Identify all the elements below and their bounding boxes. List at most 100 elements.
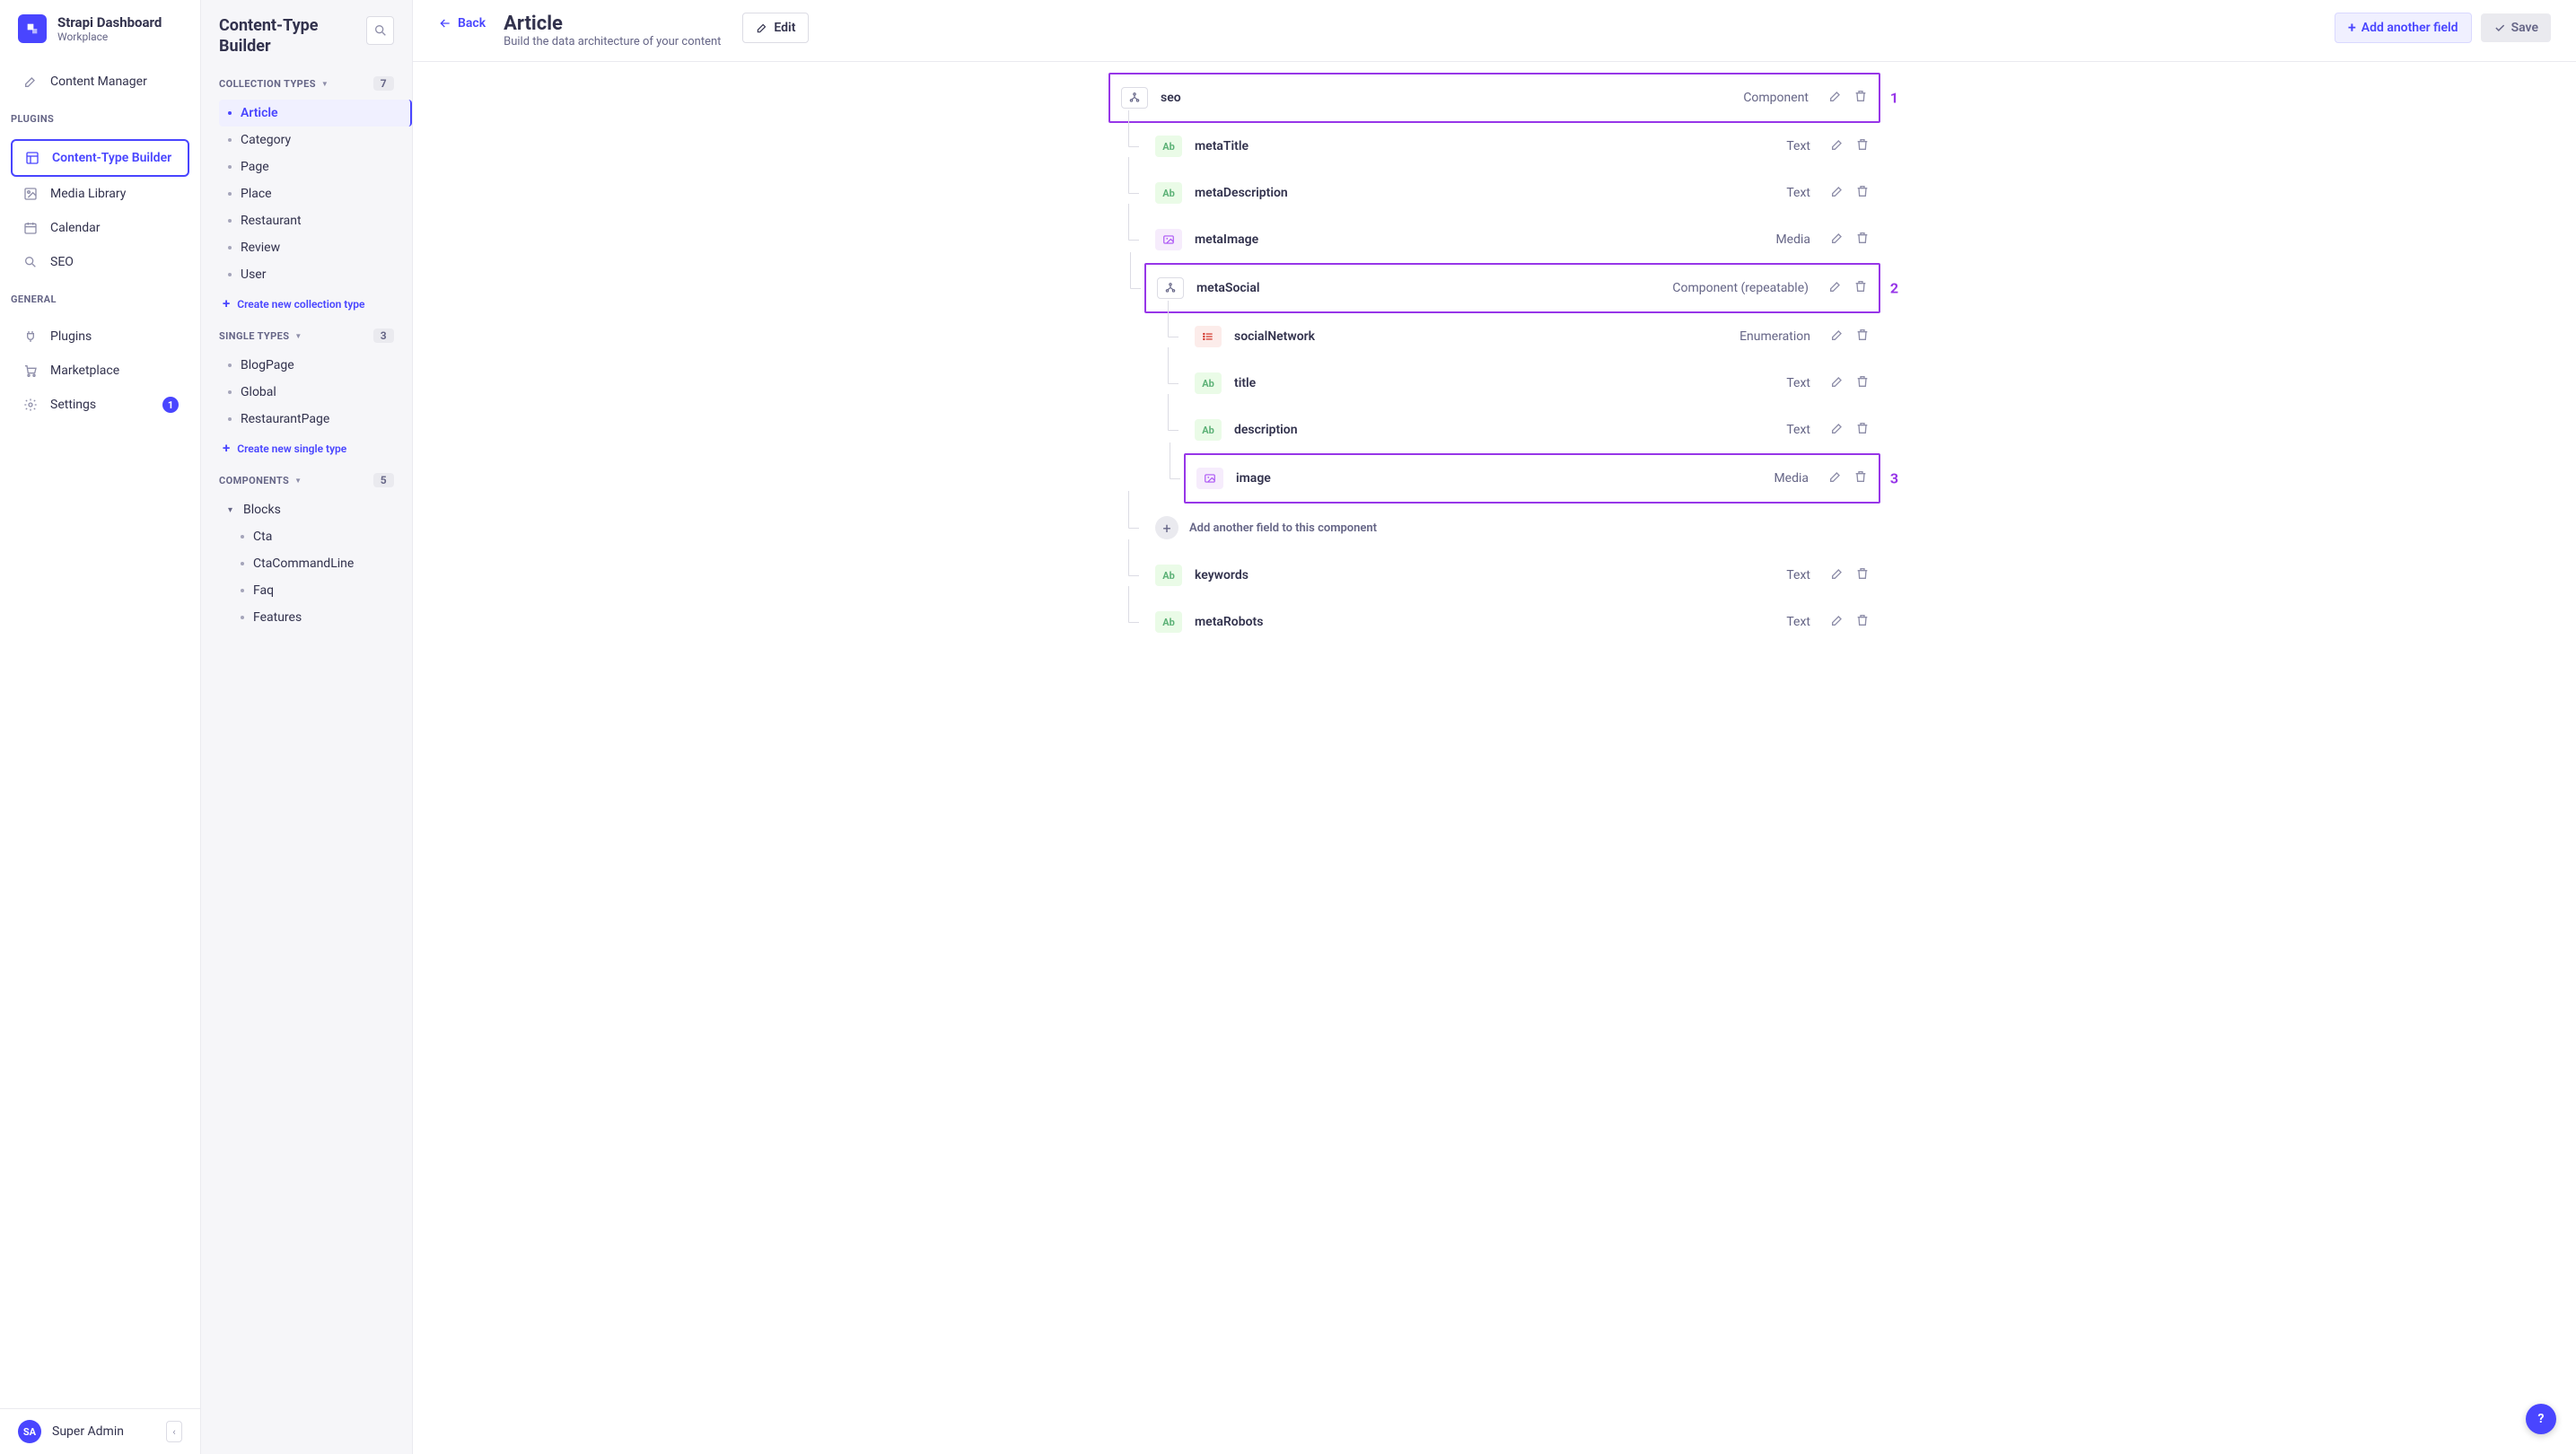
user-name: Super Admin bbox=[52, 1424, 124, 1439]
sidebar-item-place[interactable]: Place bbox=[219, 180, 394, 207]
collection-types-header[interactable]: COLLECTION TYPES ▼ 7 bbox=[219, 67, 394, 100]
brand-block: Strapi Dashboard Workplace bbox=[0, 0, 200, 57]
delete-field-button[interactable] bbox=[1853, 279, 1868, 297]
tree-connector bbox=[1121, 599, 1139, 645]
image-icon bbox=[22, 185, 39, 203]
field-row-image[interactable]: imageMedia bbox=[1184, 453, 1880, 504]
edit-field-button[interactable] bbox=[1828, 279, 1843, 297]
sidebar-item-restaurant[interactable]: Restaurant bbox=[219, 207, 394, 234]
main-panel: Back Article Build the data architecture… bbox=[413, 0, 2576, 1454]
single-types-header[interactable]: SINGLE TYPES ▼ 3 bbox=[219, 320, 394, 352]
plus-icon: + bbox=[1155, 516, 1178, 539]
delete-field-button[interactable] bbox=[1855, 328, 1870, 346]
edit-field-button[interactable] bbox=[1830, 137, 1844, 155]
components-header[interactable]: COMPONENTS ▼ 5 bbox=[219, 464, 394, 496]
sidebar-item-article[interactable]: Article bbox=[219, 100, 412, 127]
delete-field-button[interactable] bbox=[1853, 469, 1868, 487]
field-row-title[interactable]: AbtitleText bbox=[1184, 360, 1880, 407]
edit-field-button[interactable] bbox=[1830, 231, 1844, 249]
chevron-down-icon: ▾ bbox=[228, 505, 232, 515]
nav-seo[interactable]: SEO bbox=[11, 245, 189, 279]
delete-field-button[interactable] bbox=[1855, 566, 1870, 584]
nav-plugins[interactable]: Plugins bbox=[11, 320, 189, 354]
sidebar-item-page[interactable]: Page bbox=[219, 153, 394, 180]
edit-field-button[interactable] bbox=[1830, 328, 1844, 346]
item-label: BlogPage bbox=[241, 358, 294, 372]
field-type: Text bbox=[1620, 186, 1818, 200]
edit-field-button[interactable] bbox=[1830, 421, 1844, 439]
edit-field-button[interactable] bbox=[1828, 469, 1843, 487]
edit-field-button[interactable] bbox=[1830, 566, 1844, 584]
field-row-metaImage[interactable]: metaImageMedia bbox=[1144, 216, 1880, 263]
sidebar-item-blogpage[interactable]: BlogPage bbox=[219, 352, 394, 379]
search-icon bbox=[22, 253, 39, 271]
component-type-icon bbox=[1157, 277, 1184, 299]
avatar[interactable]: SA bbox=[18, 1420, 41, 1443]
sidebar-item-global[interactable]: Global bbox=[219, 379, 394, 406]
component-item-features[interactable]: Features bbox=[219, 604, 394, 631]
edit-field-button[interactable] bbox=[1828, 89, 1843, 107]
plug-icon bbox=[22, 328, 39, 346]
plus-icon: + bbox=[223, 442, 230, 455]
delete-field-button[interactable] bbox=[1855, 374, 1870, 392]
nav-label: Content-Type Builder bbox=[52, 151, 171, 165]
back-button[interactable]: Back bbox=[438, 13, 486, 31]
nav-label: Content Manager bbox=[50, 74, 147, 89]
field-type: Text bbox=[1620, 568, 1818, 582]
component-item-ctacommandline[interactable]: CtaCommandLine bbox=[219, 550, 394, 577]
add-field-to-component[interactable]: +Add another field to this component bbox=[1144, 504, 1880, 552]
item-label: Article bbox=[241, 106, 278, 120]
edit-field-button[interactable] bbox=[1830, 374, 1844, 392]
field-row-seo[interactable]: seoComponent bbox=[1108, 73, 1880, 123]
help-button[interactable]: ? bbox=[2526, 1404, 2556, 1434]
tree-connector bbox=[1161, 313, 1178, 360]
component-item-faq[interactable]: Faq bbox=[219, 577, 394, 604]
brand-subtitle: Workplace bbox=[57, 31, 162, 43]
edit-field-button[interactable] bbox=[1830, 613, 1844, 631]
create-collection-type[interactable]: + Create new collection type bbox=[219, 288, 394, 320]
create-single-type[interactable]: + Create new single type bbox=[219, 433, 394, 464]
media-type-icon bbox=[1196, 468, 1223, 489]
bullet-icon bbox=[228, 165, 232, 169]
field-row-metaSocial[interactable]: metaSocialComponent (repeatable) bbox=[1144, 263, 1880, 313]
nav-media-library[interactable]: Media Library bbox=[11, 177, 189, 211]
tree-connector bbox=[1123, 265, 1141, 311]
delete-field-button[interactable] bbox=[1853, 89, 1868, 107]
sidebar-search-button[interactable] bbox=[366, 16, 394, 45]
sidebar-item-review[interactable]: Review bbox=[219, 234, 394, 261]
nav-content-manager[interactable]: Content Manager bbox=[11, 65, 189, 99]
sidebar-item-user[interactable]: User bbox=[219, 261, 394, 288]
field-row-metaRobots[interactable]: AbmetaRobotsText bbox=[1144, 599, 1880, 645]
delete-field-button[interactable] bbox=[1855, 231, 1870, 249]
field-row-socialNetwork[interactable]: socialNetworkEnumeration bbox=[1184, 313, 1880, 360]
settings-badge: 1 bbox=[162, 397, 179, 413]
item-label: Faq bbox=[253, 583, 274, 598]
sidebar-item-category[interactable]: Category bbox=[219, 127, 394, 153]
field-row-description[interactable]: AbdescriptionText bbox=[1184, 407, 1880, 453]
nav-marketplace[interactable]: Marketplace bbox=[11, 354, 189, 388]
delete-field-button[interactable] bbox=[1855, 184, 1870, 202]
bullet-icon bbox=[241, 535, 244, 539]
delete-field-button[interactable] bbox=[1855, 613, 1870, 631]
sidebar-item-restaurantpage[interactable]: RestaurantPage bbox=[219, 406, 394, 433]
delete-field-button[interactable] bbox=[1855, 137, 1870, 155]
add-field-button[interactable]: + Add another field bbox=[2335, 13, 2472, 43]
component-item-cta[interactable]: Cta bbox=[219, 523, 394, 550]
field-row-metaDescription[interactable]: AbmetaDescriptionText bbox=[1144, 170, 1880, 216]
nav-calendar[interactable]: Calendar bbox=[11, 211, 189, 245]
collapse-nav-button[interactable]: ‹ bbox=[166, 1421, 182, 1442]
save-button[interactable]: Save bbox=[2481, 13, 2551, 42]
item-label: Place bbox=[241, 187, 272, 201]
edit-field-button[interactable] bbox=[1830, 184, 1844, 202]
field-row-metaTitle[interactable]: AbmetaTitleText bbox=[1144, 123, 1880, 170]
delete-field-button[interactable] bbox=[1855, 421, 1870, 439]
bullet-icon bbox=[241, 589, 244, 592]
edit-button[interactable]: Edit bbox=[742, 13, 809, 43]
nav-content-type-builder[interactable]: Content-Type Builder bbox=[11, 139, 189, 177]
item-label: Features bbox=[253, 610, 302, 625]
component-group-blocks[interactable]: ▾Blocks bbox=[219, 496, 394, 523]
nav-settings[interactable]: Settings 1 bbox=[11, 388, 189, 422]
layout-icon bbox=[23, 149, 41, 167]
nav-label: Media Library bbox=[50, 187, 126, 201]
field-row-keywords[interactable]: AbkeywordsText bbox=[1144, 552, 1880, 599]
